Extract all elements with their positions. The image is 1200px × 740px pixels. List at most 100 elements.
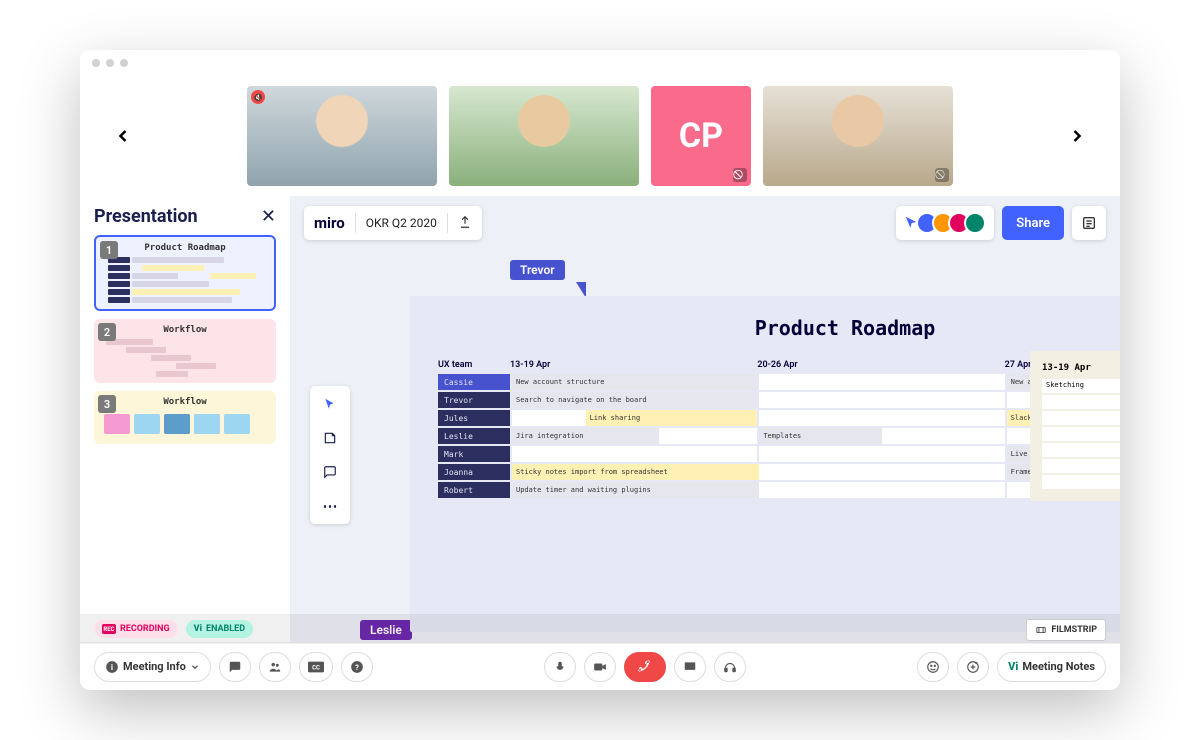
roadmap-row[interactable]: RobertUpdate timer and waiting plugins xyxy=(438,482,1120,498)
rec-badge-icon: REC xyxy=(102,624,116,634)
slide-title: Workflow xyxy=(100,397,270,407)
share-button[interactable]: Share xyxy=(1002,206,1064,240)
roadmap-row[interactable]: CassieNew account structureNew account s… xyxy=(438,374,1120,390)
sticky-note-tool[interactable] xyxy=(320,428,340,448)
col-header: UX team xyxy=(438,360,510,370)
slide-title: Workflow xyxy=(100,325,270,335)
vi-pill[interactable]: Vi ENABLED xyxy=(186,620,253,638)
traffic-light-min[interactable] xyxy=(106,59,114,67)
chevron-down-icon xyxy=(190,662,200,672)
meeting-notes-button[interactable]: Vi Meeting Notes xyxy=(997,652,1106,682)
roadmap-row[interactable]: TrevorSearch to navigate on the board xyxy=(438,392,1120,408)
participant-tile[interactable]: 🔇 xyxy=(247,86,437,186)
svg-text:CC: CC xyxy=(312,664,320,671)
slide-title: Product Roadmap xyxy=(102,243,268,253)
export-icon[interactable] xyxy=(458,215,472,232)
scroll-right-button[interactable] xyxy=(1060,119,1094,153)
filmstrip-button[interactable]: FILMSTRIP xyxy=(1026,619,1106,641)
slide-preview xyxy=(100,338,270,377)
participant-tile[interactable] xyxy=(449,86,639,186)
roadmap-row[interactable]: JulesLink sharingSlack integration xyxy=(438,410,1120,426)
vi-label: ENABLED xyxy=(206,624,245,634)
slide-number: 1 xyxy=(100,241,118,259)
scroll-left-button[interactable] xyxy=(106,119,140,153)
task-bar[interactable]: Jira integration xyxy=(512,428,659,444)
svg-text:?: ? xyxy=(355,662,359,671)
camera-off-icon: ⃠ xyxy=(935,168,949,182)
sidebar-title: Presentation xyxy=(94,206,198,227)
presentation-sidebar: Presentation ✕ 1 Product Roadmap 2 Workf… xyxy=(80,196,290,642)
participant-tile-novideo[interactable]: CP ⃠ xyxy=(651,86,751,186)
share-screen-button[interactable] xyxy=(674,652,706,682)
task-bar[interactable]: Link sharing xyxy=(586,410,758,426)
row-name: Mark xyxy=(438,446,510,462)
mute-button[interactable] xyxy=(544,652,576,682)
secondary-frame[interactable]: 13-19 Apr Sketching Prototyping xyxy=(1030,351,1120,501)
filmstrip-label: FILMSTRIP xyxy=(1051,625,1097,635)
recording-pill[interactable]: REC RECORDING xyxy=(94,620,178,638)
traffic-light-close[interactable] xyxy=(92,59,100,67)
roadmap-cell: Link sharing xyxy=(512,410,757,426)
col-header: 13-19 Apr xyxy=(1042,363,1120,373)
roadmap-row[interactable]: JoannaSticky notes import from spreadshe… xyxy=(438,464,1120,480)
row-name: Robert xyxy=(438,482,510,498)
more-tools[interactable]: ⋯ xyxy=(320,496,340,516)
select-tool[interactable] xyxy=(320,394,340,414)
roadmap-cell xyxy=(759,446,1004,462)
chat-button[interactable] xyxy=(219,652,251,682)
close-sidebar-button[interactable]: ✕ xyxy=(261,206,276,227)
slide-thumbnail[interactable]: 3 Workflow xyxy=(94,391,276,444)
slide-thumbnail[interactable]: 1 Product Roadmap xyxy=(94,235,276,311)
shared-canvas-area: miro OKR Q2 2020 Share xyxy=(290,196,1120,642)
roadmap-cell xyxy=(759,482,1004,498)
roadmap-row[interactable]: LeslieJira integration Templates xyxy=(438,428,1120,444)
board-name[interactable]: OKR Q2 2020 xyxy=(366,216,437,230)
row-name: Cassie xyxy=(438,374,510,390)
vi-badge-icon: Vi xyxy=(1008,660,1018,673)
roadmap-frame[interactable]: Product Roadmap UX team 13-19 Apr 20-26 … xyxy=(410,296,1120,632)
video-placeholder xyxy=(763,86,953,186)
camera-button[interactable] xyxy=(584,652,616,682)
row-name: Joanna xyxy=(438,464,510,480)
frame-title: Product Roadmap xyxy=(438,316,1120,340)
add-app-button[interactable] xyxy=(957,652,989,682)
roadmap-cell: Sticky notes import from spreadsheet xyxy=(512,464,757,480)
status-bar: REC RECORDING Vi ENABLED FILMSTRIP xyxy=(80,614,1120,644)
row-name: Leslie xyxy=(438,428,510,444)
roadmap-body: CassieNew account structureNew account s… xyxy=(438,374,1120,498)
meeting-info-button[interactable]: i Meeting Info xyxy=(94,652,211,682)
avatar xyxy=(964,212,986,234)
slide-preview xyxy=(102,256,268,303)
row-name: Trevor xyxy=(438,392,510,408)
roadmap-row[interactable]: MarkLive cursors xyxy=(438,446,1120,462)
row-name: Jules xyxy=(438,410,510,426)
hangup-button[interactable] xyxy=(624,652,666,682)
reactions-button[interactable] xyxy=(917,652,949,682)
audio-settings-button[interactable] xyxy=(714,652,746,682)
traffic-light-max[interactable] xyxy=(120,59,128,67)
col-header: 13-19 Apr xyxy=(510,360,757,370)
cc-button[interactable]: CC xyxy=(299,652,333,682)
slide-thumbnail[interactable]: 2 Workflow xyxy=(94,319,276,383)
roadmap-cell xyxy=(759,464,1004,480)
miro-header: miro OKR Q2 2020 xyxy=(304,206,482,240)
task-bar[interactable]: Search to navigate on the board xyxy=(512,392,757,408)
roadmap-cell xyxy=(759,410,1004,426)
participants-button[interactable] xyxy=(259,652,291,682)
slide-number: 2 xyxy=(98,323,116,341)
help-button[interactable]: ? xyxy=(341,652,373,682)
comment-tool[interactable] xyxy=(320,462,340,482)
participant-video-row: 🔇 CP ⃠ ⃠ xyxy=(80,76,1120,196)
board-menu-button[interactable] xyxy=(1072,206,1106,240)
task-bar[interactable]: New account structure xyxy=(512,374,757,390)
meeting-controls-bar: i Meeting Info CC ? Vi Meeting Notes xyxy=(80,642,1120,690)
collaborator-avatars[interactable] xyxy=(896,206,994,240)
slide-preview xyxy=(100,410,270,438)
roadmap-cell: New account structure xyxy=(512,374,757,390)
task-bar[interactable]: Templates xyxy=(759,428,882,444)
participant-tile[interactable]: ⃠ xyxy=(763,86,953,186)
roadmap-cell xyxy=(759,374,1004,390)
vi-badge-icon: Vi xyxy=(194,624,202,634)
window-titlebar xyxy=(80,50,1120,76)
miro-logo: miro xyxy=(314,214,345,232)
